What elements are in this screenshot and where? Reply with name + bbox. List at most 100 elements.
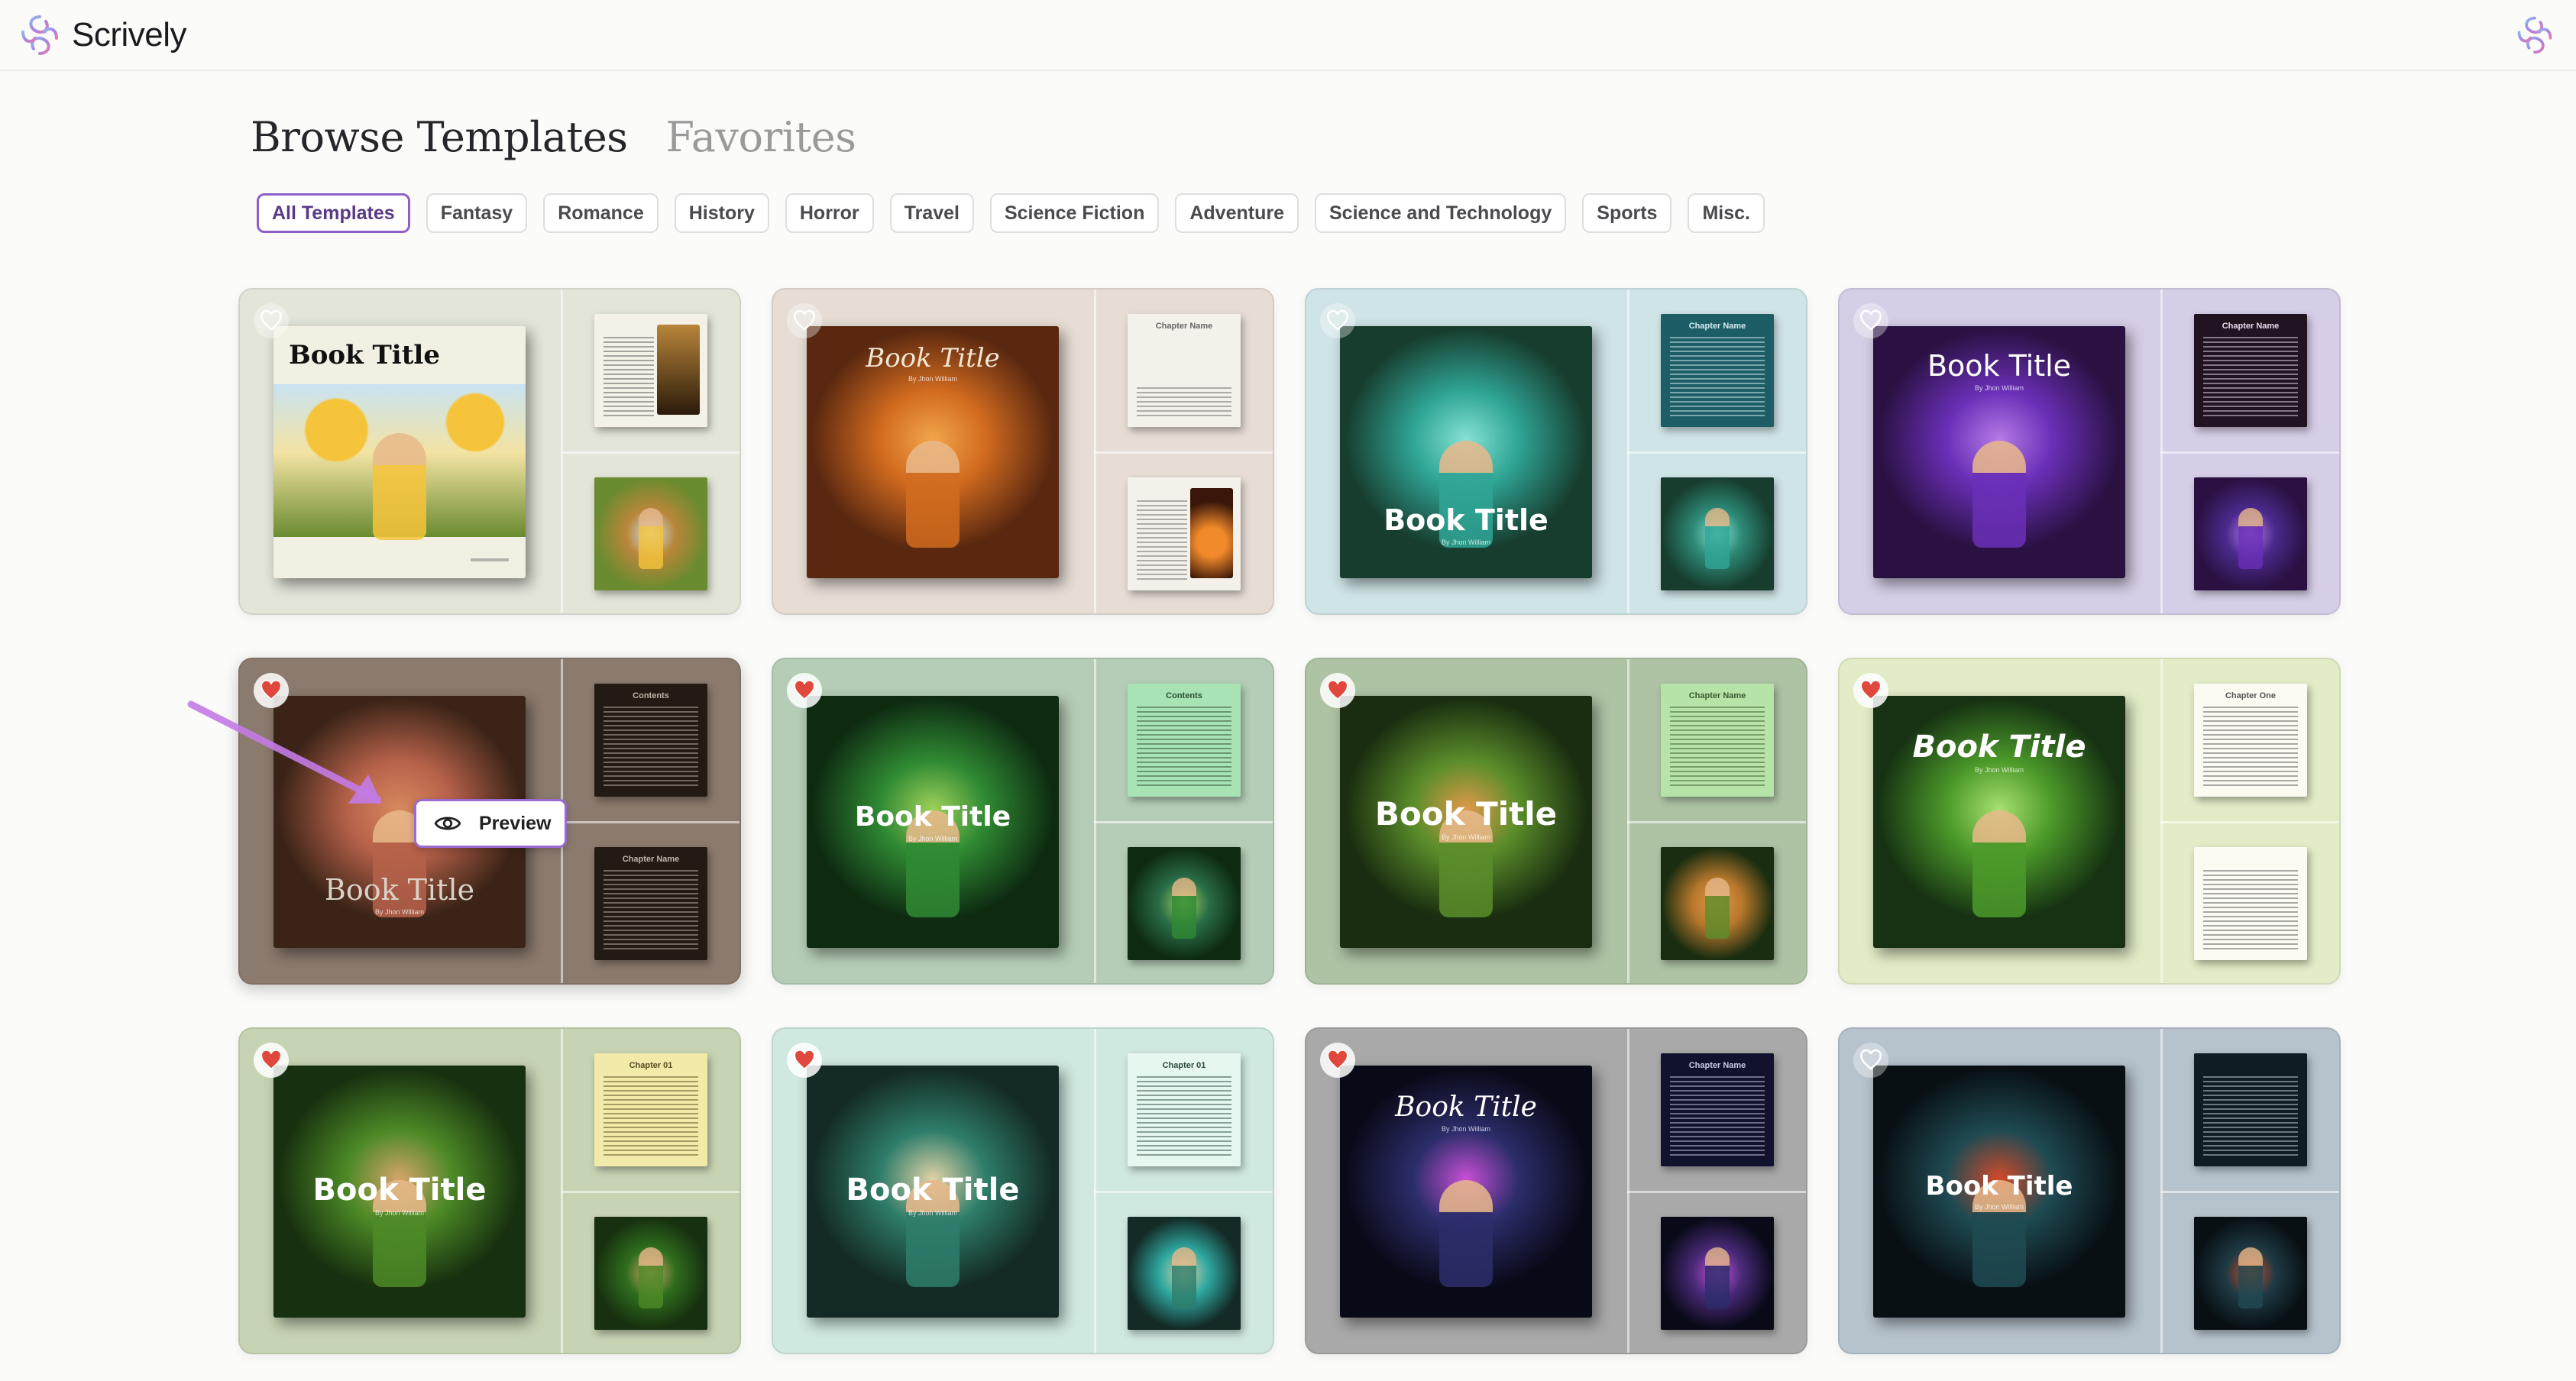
favorite-heart-icon[interactable] bbox=[787, 673, 822, 708]
tab-favorites[interactable]: Favorites bbox=[665, 113, 856, 161]
card-divider bbox=[1627, 821, 1806, 823]
cover-title: Book Title bbox=[1912, 729, 2086, 765]
category-filters: All Templates Fantasy Romance History Ho… bbox=[257, 193, 1765, 233]
page-preview-illustration bbox=[1128, 847, 1241, 960]
page-heading: Chapter Name bbox=[2222, 322, 2280, 331]
page-text-lines bbox=[2203, 870, 2298, 949]
favorite-heart-icon[interactable] bbox=[1853, 303, 1888, 338]
character-illustration bbox=[1172, 1247, 1196, 1308]
filter-sports[interactable]: Sports bbox=[1582, 193, 1672, 233]
page-text-lines bbox=[604, 707, 698, 786]
filter-history[interactable]: History bbox=[674, 193, 769, 233]
cover-author: By Jhon William bbox=[374, 908, 424, 916]
filter-horror[interactable]: Horror bbox=[785, 193, 874, 233]
character-illustration bbox=[906, 441, 960, 548]
page-text-lines bbox=[604, 870, 698, 949]
favorite-heart-icon[interactable] bbox=[787, 303, 822, 338]
template-cover: Book Title By Jhon William bbox=[1873, 696, 2125, 948]
favorite-heart-icon[interactable] bbox=[254, 303, 289, 338]
template-card[interactable]: Book Title By Jhon William Chapter 01 bbox=[772, 1027, 1274, 1354]
favorite-heart-icon[interactable] bbox=[1320, 1043, 1355, 1078]
filter-misc[interactable]: Misc. bbox=[1688, 193, 1765, 233]
cover-title: Book Title bbox=[866, 343, 1000, 374]
page-preview-illustration bbox=[1661, 1217, 1774, 1330]
page-heading: Chapter 01 bbox=[1162, 1061, 1206, 1070]
page-preview-text: Chapter Name bbox=[1661, 684, 1774, 797]
card-divider bbox=[1094, 821, 1273, 823]
template-card[interactable]: Book Title By Jhon William Chapter Name bbox=[1305, 1027, 1807, 1354]
page-preview-illustration bbox=[1128, 477, 1241, 590]
card-divider bbox=[561, 451, 739, 454]
cover-author: By Jhon William bbox=[908, 375, 957, 383]
page-preview-illustration bbox=[594, 477, 707, 590]
template-card[interactable]: Book Title By Jhon William bbox=[1838, 1027, 2341, 1354]
scrively-logo-icon[interactable] bbox=[2513, 14, 2556, 57]
eye-icon bbox=[434, 817, 461, 830]
page-preview-illustration bbox=[2194, 847, 2307, 960]
character-illustration bbox=[1705, 878, 1730, 939]
template-card[interactable]: Book Title By Jhon William Chapter Name bbox=[772, 288, 1274, 615]
page-text-lines bbox=[604, 337, 654, 416]
favorite-heart-icon[interactable] bbox=[1853, 1043, 1888, 1078]
character-illustration bbox=[1439, 1180, 1493, 1287]
filter-all-templates[interactable]: All Templates bbox=[257, 193, 410, 233]
page-preview-illustration bbox=[1661, 847, 1774, 960]
filter-science-and-technology[interactable]: Science and Technology bbox=[1314, 193, 1567, 233]
page-preview-text: Contents bbox=[1128, 684, 1241, 797]
cover-author: By Jhon William bbox=[908, 835, 957, 843]
favorite-heart-icon[interactable] bbox=[1320, 673, 1355, 708]
page-preview-text: Chapter Name bbox=[2194, 314, 2307, 427]
filter-adventure[interactable]: Adventure bbox=[1175, 193, 1299, 233]
favorite-heart-icon[interactable] bbox=[1853, 673, 1888, 708]
page-preview-illustration: Chapter Name bbox=[594, 847, 707, 960]
template-card[interactable]: Book Title By Jhon William Chapter 01 bbox=[238, 1027, 741, 1354]
page-tabs: Browse Templates Favorites bbox=[251, 113, 856, 161]
cover-title: Book Title bbox=[1383, 503, 1549, 537]
page-preview-text: Chapter 01 bbox=[1128, 1053, 1241, 1166]
template-card[interactable]: Book Title bbox=[238, 288, 741, 615]
card-divider bbox=[2160, 1191, 2339, 1193]
template-card[interactable]: Book Title By Jhon William Contents bbox=[772, 658, 1274, 985]
template-card[interactable]: Book Title By Jhon William Chapter Name bbox=[1305, 658, 1807, 985]
page-text-lines bbox=[2203, 707, 2298, 786]
scrively-logo-icon bbox=[21, 15, 58, 55]
page-preview-illustration bbox=[1128, 1217, 1241, 1330]
favorite-heart-icon[interactable] bbox=[254, 1043, 289, 1078]
template-card[interactable]: Book Title By Jhon William Chapter One bbox=[1838, 658, 2341, 985]
preview-button[interactable]: Preview bbox=[414, 799, 567, 848]
character-illustration bbox=[1705, 508, 1730, 569]
character-illustration bbox=[2238, 508, 2263, 569]
page-preview-text bbox=[594, 314, 707, 427]
character-illustration bbox=[1172, 878, 1196, 939]
page-preview-text: Contents bbox=[594, 684, 707, 797]
template-card[interactable]: Book Title By Jhon William Chapter Name bbox=[1838, 288, 2341, 615]
template-cover: Book Title By Jhon William bbox=[273, 1066, 526, 1318]
app-logo[interactable]: Scrively bbox=[17, 12, 187, 58]
favorite-heart-icon[interactable] bbox=[787, 1043, 822, 1078]
page-text-lines bbox=[1670, 707, 1765, 786]
template-cover: Book Title By Jhon William bbox=[807, 1066, 1059, 1318]
card-divider bbox=[2160, 821, 2339, 823]
page-preview-text: Chapter Name bbox=[1128, 314, 1241, 427]
page-text-lines bbox=[604, 1076, 698, 1156]
favorite-heart-icon[interactable] bbox=[1320, 303, 1355, 338]
card-divider bbox=[561, 1191, 739, 1193]
template-cover: Book Title bbox=[273, 326, 526, 578]
character-illustration bbox=[1705, 1247, 1730, 1308]
filter-travel[interactable]: Travel bbox=[889, 193, 974, 233]
page-preview-illustration bbox=[2194, 1217, 2307, 1330]
filter-science-fiction[interactable]: Science Fiction bbox=[989, 193, 1160, 233]
page-preview-illustration bbox=[594, 1217, 707, 1330]
card-divider bbox=[1094, 1191, 1273, 1193]
template-card[interactable]: Book Title By Jhon William Chapter Name bbox=[1305, 288, 1807, 615]
page-heading: Chapter One bbox=[2225, 691, 2276, 700]
filter-romance[interactable]: Romance bbox=[543, 193, 659, 233]
template-card[interactable]: Book Title By Jhon William Contents Chapter… bbox=[238, 658, 741, 985]
favorite-heart-icon[interactable] bbox=[254, 673, 289, 708]
page-preview-illustration bbox=[2194, 477, 2307, 590]
filter-fantasy[interactable]: Fantasy bbox=[426, 193, 528, 233]
page-text-lines bbox=[1670, 1076, 1765, 1156]
cover-author: By Jhon William bbox=[1441, 538, 1490, 546]
tab-browse-templates[interactable]: Browse Templates bbox=[251, 113, 628, 161]
cover-title: Book Title bbox=[854, 801, 1011, 833]
